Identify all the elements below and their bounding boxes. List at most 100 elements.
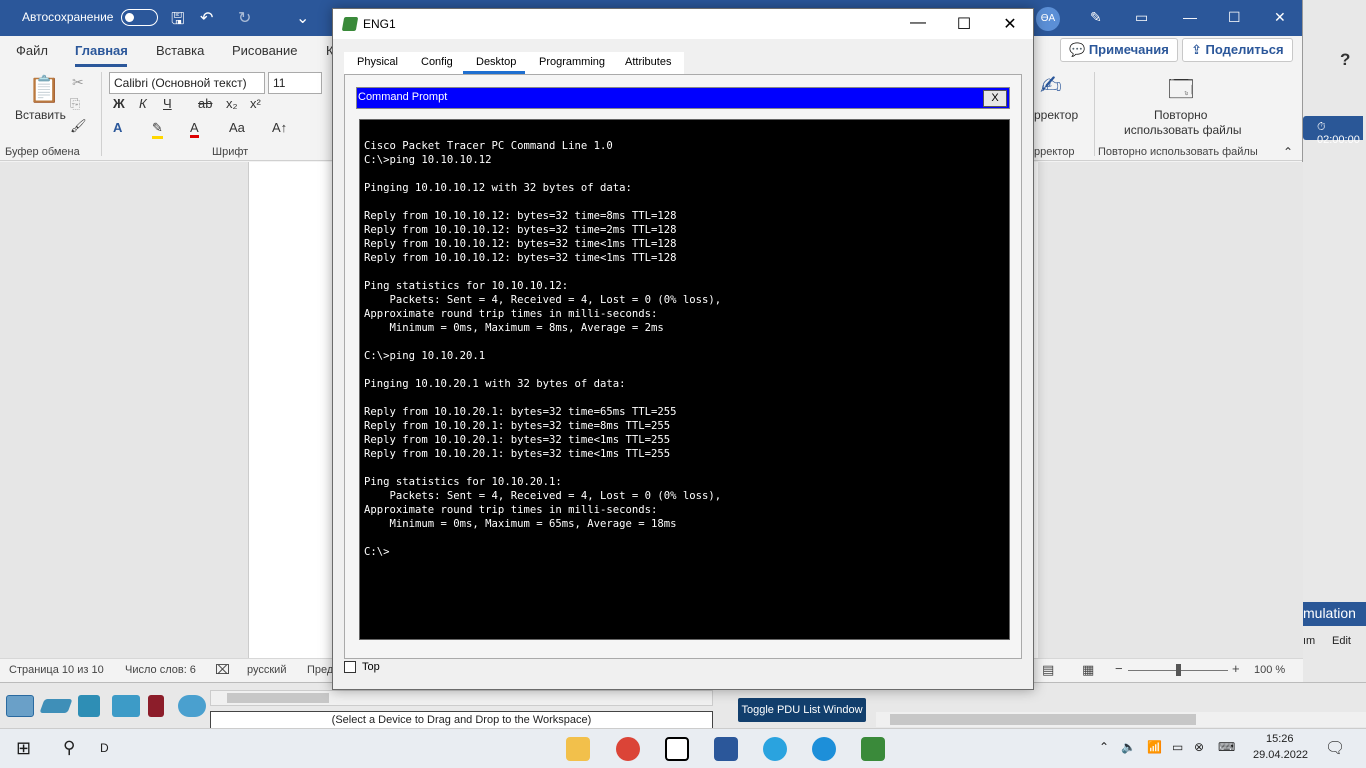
zoom-in-button[interactable]: + bbox=[1232, 661, 1240, 676]
command-prompt-close-button[interactable]: X bbox=[983, 90, 1007, 107]
volume-icon[interactable]: 🔈 bbox=[1121, 740, 1136, 754]
router-device-icon[interactable] bbox=[6, 695, 34, 717]
save-icon[interactable]: 🖫 bbox=[171, 8, 185, 35]
language-icon[interactable]: ⌨ bbox=[1218, 740, 1235, 754]
hub-device-icon[interactable] bbox=[78, 695, 100, 717]
battery-icon[interactable]: ▭ bbox=[1172, 740, 1183, 754]
proofing-icon[interactable]: ⌧ bbox=[215, 662, 230, 678]
tab-attributes[interactable]: Attributes bbox=[625, 56, 671, 68]
language-label[interactable]: русский bbox=[247, 664, 286, 676]
switch-device-icon[interactable] bbox=[39, 699, 73, 713]
maximize-icon[interactable]: ☐ bbox=[1228, 9, 1241, 26]
paste-icon[interactable]: 📋 bbox=[28, 74, 60, 105]
notion-icon[interactable] bbox=[665, 737, 689, 761]
tab-physical[interactable]: Physical bbox=[357, 56, 398, 68]
read-mode-icon[interactable]: ▤ bbox=[1042, 662, 1054, 678]
highlight-icon[interactable]: ✎ bbox=[152, 120, 163, 139]
customize-icon[interactable]: ⌄ bbox=[296, 8, 309, 28]
collapse-ribbon-icon[interactable]: ⌃ bbox=[1283, 145, 1293, 159]
tab-desktop[interactable]: Desktop bbox=[476, 56, 516, 68]
help-icon[interactable]: ? bbox=[1340, 50, 1350, 70]
autosave-toggle[interactable] bbox=[121, 9, 158, 26]
change-case-button[interactable]: Aa bbox=[229, 120, 245, 135]
clock-time[interactable]: 15:26 bbox=[1266, 733, 1294, 745]
scrollbar-thumb[interactable] bbox=[227, 693, 329, 703]
subscript-button[interactable]: x₂ bbox=[226, 96, 238, 111]
command-prompt-title: Command Prompt bbox=[358, 91, 448, 103]
close-icon[interactable]: ✕ bbox=[995, 14, 1025, 34]
menu-file[interactable]: Файл bbox=[16, 43, 48, 58]
status-icon[interactable]: ⊗ bbox=[1194, 740, 1204, 754]
tray-chevron-icon[interactable]: ⌃ bbox=[1099, 740, 1109, 754]
wan-cloud-icon[interactable] bbox=[178, 695, 206, 717]
grow-font-button[interactable]: A↑ bbox=[272, 120, 287, 135]
zoom-level[interactable]: 100 % bbox=[1254, 664, 1285, 676]
zoom-slider-thumb[interactable] bbox=[1176, 664, 1181, 676]
zoom-out-button[interactable]: − bbox=[1115, 661, 1123, 676]
pen-icon[interactable]: ✎ bbox=[1090, 9, 1102, 26]
menu-draw[interactable]: Рисование bbox=[232, 43, 297, 58]
workspace-scrollbar[interactable] bbox=[876, 712, 1366, 727]
network-icon[interactable]: 📶 bbox=[1147, 740, 1162, 754]
share-button[interactable]: ⇪ Поделиться bbox=[1182, 38, 1293, 62]
chrome-icon[interactable] bbox=[616, 737, 640, 761]
editor-label[interactable]: рректор bbox=[1034, 108, 1078, 122]
start-icon[interactable]: ⊞ bbox=[16, 738, 31, 759]
maximize-icon[interactable]: ☐ bbox=[949, 14, 979, 34]
terminal-line: Pinging 10.10.20.1 with 32 bytes of data… bbox=[364, 378, 626, 390]
clock-date[interactable]: 29.04.2022 bbox=[1253, 749, 1308, 761]
notifications-icon[interactable]: 🗨 bbox=[1325, 738, 1345, 758]
editor-icon[interactable]: ✍ bbox=[1040, 70, 1062, 101]
close-icon[interactable]: ✕ bbox=[1274, 9, 1286, 26]
reuse-files-icon[interactable]: 🗔 bbox=[1168, 72, 1194, 113]
scrollbar-thumb[interactable] bbox=[890, 714, 1196, 725]
copy-icon[interactable]: ⎘ bbox=[70, 96, 80, 112]
word-icon[interactable] bbox=[714, 737, 738, 761]
avatar[interactable]: ӨА bbox=[1036, 7, 1060, 31]
text-effects-icon[interactable]: A bbox=[113, 120, 122, 135]
underline-button[interactable]: Ч bbox=[163, 96, 172, 111]
minimize-icon[interactable]: — bbox=[903, 14, 933, 32]
strikethrough-button[interactable]: ab bbox=[198, 96, 212, 111]
device-scrollbar[interactable] bbox=[210, 690, 713, 706]
minimize-icon[interactable]: — bbox=[1183, 9, 1197, 25]
terminal-line: Pinging 10.10.10.12 with 32 bytes of dat… bbox=[364, 182, 632, 194]
terminal-output[interactable]: Cisco Packet Tracer PC Command Line 1.0 C… bbox=[364, 139, 721, 559]
word-count[interactable]: Число слов: 6 bbox=[125, 664, 196, 676]
security-device-icon[interactable] bbox=[148, 695, 164, 717]
file-explorer-icon[interactable] bbox=[566, 737, 590, 761]
edge-icon[interactable] bbox=[812, 737, 836, 761]
ribbon-display-icon[interactable]: ▭ bbox=[1135, 9, 1148, 26]
cut-icon[interactable]: ✂ bbox=[72, 74, 84, 91]
notes-button-label: Примечания bbox=[1088, 42, 1169, 57]
print-layout-icon[interactable]: ▦ bbox=[1082, 662, 1094, 678]
reuse-label-line1[interactable]: Повторно bbox=[1154, 108, 1207, 122]
simulation-mode-button[interactable]: mulation bbox=[1303, 602, 1366, 626]
redo-icon[interactable]: ↻ bbox=[238, 8, 251, 28]
terminal[interactable]: Cisco Packet Tracer PC Command Line 1.0 C… bbox=[359, 119, 1010, 640]
menu-insert[interactable]: Вставка bbox=[156, 43, 204, 58]
pt-edit-label[interactable]: Edit bbox=[1332, 635, 1351, 647]
packet-tracer-icon[interactable] bbox=[861, 737, 885, 761]
bold-button[interactable]: Ж bbox=[113, 96, 125, 111]
tab-config[interactable]: Config bbox=[421, 56, 453, 68]
undo-icon[interactable]: ↶ bbox=[200, 8, 213, 28]
top-checkbox[interactable] bbox=[344, 661, 356, 673]
notes-button[interactable]: 💬 Примечания bbox=[1060, 38, 1178, 62]
font-size-select[interactable]: 11 bbox=[268, 72, 322, 94]
telegram-icon[interactable] bbox=[763, 737, 787, 761]
toggle-pdu-list-button[interactable]: Toggle PDU List Window bbox=[738, 698, 866, 722]
tab-programming[interactable]: Programming bbox=[539, 56, 605, 68]
italic-button[interactable]: К bbox=[139, 96, 147, 111]
paste-label[interactable]: Вставить bbox=[15, 108, 66, 122]
font-name-select[interactable]: Calibri (Основной текст) bbox=[109, 72, 265, 94]
superscript-button[interactable]: x² bbox=[250, 96, 261, 111]
menu-home[interactable]: Главная bbox=[75, 43, 128, 58]
reuse-label-line2[interactable]: использовать файлы bbox=[1124, 123, 1242, 137]
search-icon[interactable]: ⚲ bbox=[63, 738, 75, 758]
font-color-icon[interactable]: A bbox=[190, 120, 199, 138]
format-painter-icon[interactable]: 🖌 bbox=[70, 118, 87, 134]
search-text[interactable]: D bbox=[100, 741, 109, 755]
wireless-device-icon[interactable] bbox=[112, 695, 140, 717]
page-count[interactable]: Страница 10 из 10 bbox=[9, 664, 104, 676]
